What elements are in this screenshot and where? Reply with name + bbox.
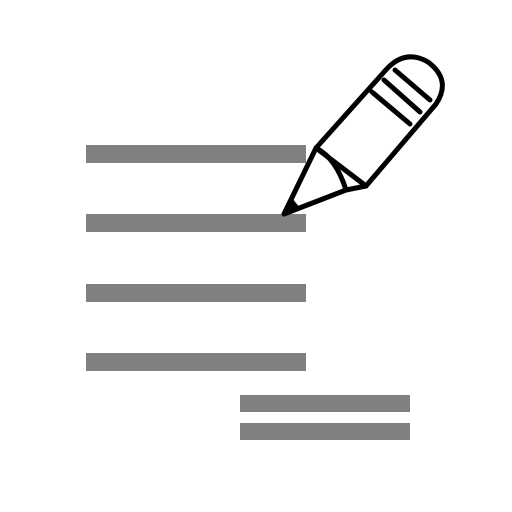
text-line-5 (240, 395, 410, 412)
pencil-icon (281, 54, 445, 217)
edit-document-icon (86, 54, 445, 440)
text-line-6 (240, 423, 410, 440)
text-line-2 (86, 214, 306, 232)
text-line-4 (86, 353, 306, 371)
icon-canvas (0, 0, 512, 512)
text-line-3 (86, 284, 306, 302)
text-line-1 (86, 145, 306, 163)
